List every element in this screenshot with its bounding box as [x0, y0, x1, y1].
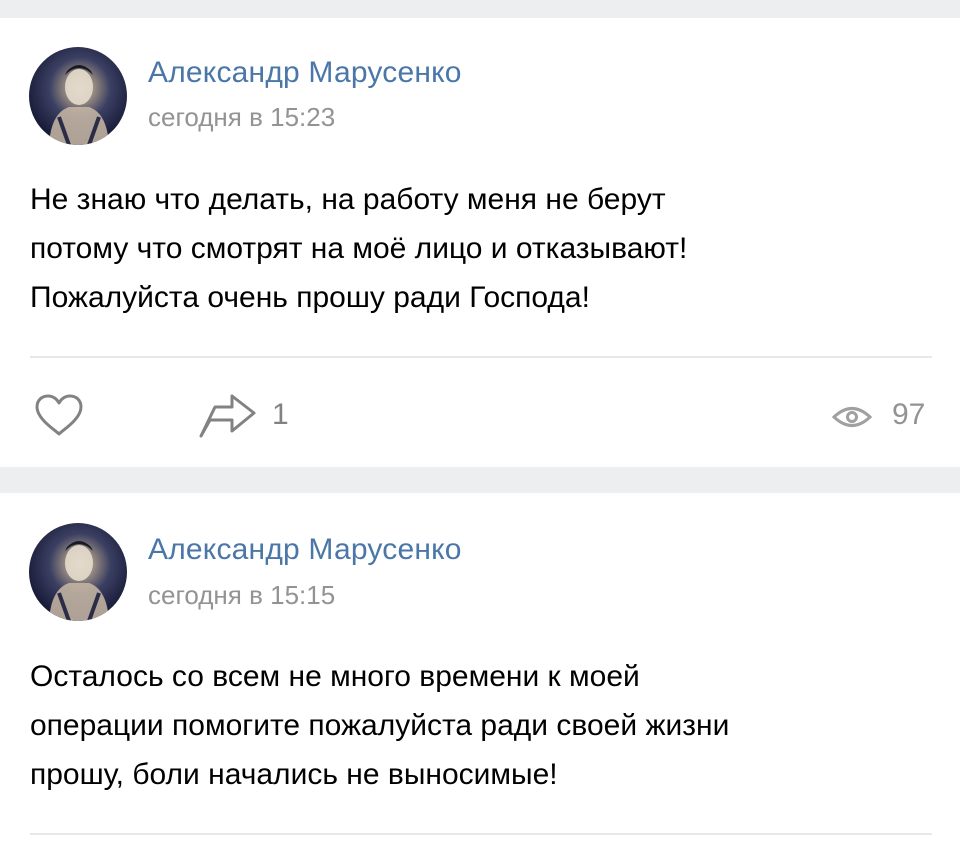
share-count: 1 [272, 398, 289, 431]
post-timestamp[interactable]: сегодня в 15:23 [148, 102, 335, 133]
post-text-line: Пожалуйста очень прошу ради Господа! [30, 281, 590, 314]
views-count: 97 [892, 398, 926, 431]
post-text-line: операции помогите пожалуйста ради своей … [30, 709, 730, 742]
views-counter: 97 [832, 396, 942, 436]
eye-icon [832, 407, 872, 427]
post-text-line: Осталось со всем не много времени к моей [30, 660, 640, 693]
post-card: Александр Марусенко сегодня в 15:15 Оста… [0, 493, 960, 843]
author-name-link[interactable]: Александр Марусенко [148, 533, 462, 567]
post-text-line: прошу, боли начались не выносимые! [30, 758, 558, 791]
share-arrow-icon [199, 394, 256, 438]
post-text-line: потому что смотрят на моё лицо и отказыв… [30, 232, 688, 265]
heart-icon [35, 394, 83, 436]
post-text: Не знаю что делать, на работу меня не бе… [30, 175, 940, 322]
post-timestamp[interactable]: сегодня в 15:15 [148, 580, 335, 611]
like-button[interactable] [33, 392, 85, 438]
divider [30, 833, 932, 835]
post-text-line: Не знаю что делать, на работу меня не бе… [30, 183, 666, 216]
avatar[interactable] [29, 47, 127, 145]
avatar[interactable] [29, 523, 127, 621]
post-card: Александр Марусенко сегодня в 15:23 Не з… [0, 18, 960, 467]
divider [30, 356, 932, 358]
post-text: Осталось со всем не много времени к моей… [30, 652, 940, 799]
author-name-link[interactable]: Александр Марусенко [148, 56, 462, 90]
